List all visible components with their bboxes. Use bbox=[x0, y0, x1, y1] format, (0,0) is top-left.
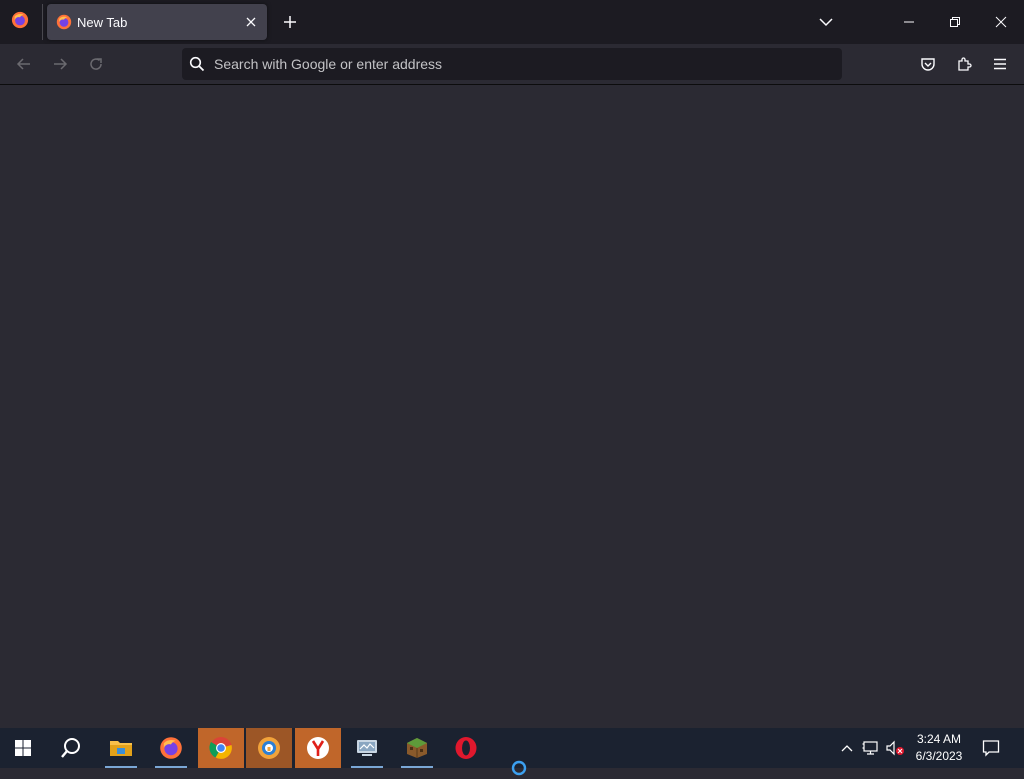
search-icon bbox=[189, 56, 205, 72]
notification-icon bbox=[982, 740, 1000, 757]
search-icon bbox=[61, 738, 80, 758]
new-tab-button[interactable] bbox=[278, 10, 302, 34]
extensions-icon bbox=[958, 57, 972, 71]
navigation-toolbar bbox=[0, 44, 1024, 85]
restore-icon bbox=[950, 17, 960, 27]
show-hidden-icons-button[interactable] bbox=[836, 728, 858, 768]
firefox-icon bbox=[56, 14, 72, 30]
taskbar-opera[interactable] bbox=[443, 728, 489, 768]
minimize-button[interactable] bbox=[886, 0, 932, 44]
network-icon bbox=[862, 741, 878, 755]
close-icon bbox=[995, 16, 1007, 28]
action-center-button[interactable] bbox=[978, 728, 1004, 768]
taskbar-clock[interactable]: 3:24 AM 6/3/2023 bbox=[910, 731, 968, 765]
hamburger-menu-icon bbox=[994, 58, 1006, 70]
start-button[interactable] bbox=[0, 728, 46, 768]
clock-time: 3:24 AM bbox=[916, 732, 962, 746]
secure-browser-icon bbox=[258, 737, 280, 759]
chevron-up-icon bbox=[841, 745, 853, 752]
firefox-icon bbox=[160, 737, 182, 759]
volume-control[interactable] bbox=[884, 728, 906, 768]
clock-date: 6/3/2023 bbox=[915, 749, 963, 763]
taskbar-yandex[interactable] bbox=[295, 728, 341, 768]
tab-strip: New Tab bbox=[0, 0, 1024, 44]
back-button[interactable] bbox=[10, 50, 38, 78]
minecraft-icon bbox=[407, 738, 427, 758]
reload-icon bbox=[90, 58, 102, 70]
chevron-down-icon bbox=[819, 18, 833, 27]
taskbar-secure-browser[interactable] bbox=[246, 728, 292, 768]
tab-close-button[interactable] bbox=[241, 12, 261, 32]
list-all-tabs-button[interactable] bbox=[814, 10, 838, 34]
extensions-button[interactable] bbox=[950, 50, 978, 78]
taskbar-chrome[interactable] bbox=[198, 728, 244, 768]
windows-taskbar: 3:24 AM 6/3/2023 bbox=[0, 728, 1024, 776]
network-app-icon bbox=[357, 740, 377, 756]
plus-icon bbox=[284, 16, 296, 28]
restore-button[interactable] bbox=[932, 0, 978, 44]
taskbar-network-app[interactable] bbox=[344, 728, 390, 768]
file-explorer-icon bbox=[110, 741, 132, 756]
forward-button[interactable] bbox=[46, 50, 74, 78]
reload-button[interactable] bbox=[82, 50, 110, 78]
pocket-icon bbox=[921, 58, 935, 71]
opera-icon bbox=[455, 737, 477, 759]
window-close-button[interactable] bbox=[978, 0, 1024, 44]
taskbar-minecraft[interactable] bbox=[394, 728, 440, 768]
tab-new-tab[interactable]: New Tab bbox=[47, 4, 267, 40]
tab-separator bbox=[42, 4, 43, 40]
chrome-icon bbox=[209, 737, 232, 759]
back-arrow-icon bbox=[16, 58, 30, 70]
application-menu-button[interactable] bbox=[986, 50, 1014, 78]
forward-arrow-icon bbox=[54, 58, 68, 70]
network-status[interactable] bbox=[860, 728, 882, 768]
taskbar-firefox[interactable] bbox=[148, 728, 194, 768]
taskbar-file-explorer[interactable] bbox=[98, 728, 144, 768]
tab-title: New Tab bbox=[77, 15, 128, 30]
taskbar-cortana[interactable] bbox=[496, 728, 542, 776]
firefox-icon bbox=[11, 11, 29, 34]
save-to-pocket-button[interactable] bbox=[914, 50, 942, 78]
address-bar[interactable] bbox=[182, 48, 842, 80]
taskbar-search-button[interactable] bbox=[48, 728, 94, 768]
address-input[interactable] bbox=[214, 48, 814, 80]
minimize-icon bbox=[904, 21, 914, 23]
volume-muted-icon bbox=[886, 740, 904, 756]
page-content-area bbox=[0, 85, 1024, 728]
close-icon bbox=[246, 17, 256, 27]
firefox-view-button[interactable] bbox=[6, 8, 34, 36]
yandex-icon bbox=[307, 737, 329, 759]
windows-start-icon bbox=[15, 740, 31, 756]
cortana-icon bbox=[511, 760, 527, 776]
